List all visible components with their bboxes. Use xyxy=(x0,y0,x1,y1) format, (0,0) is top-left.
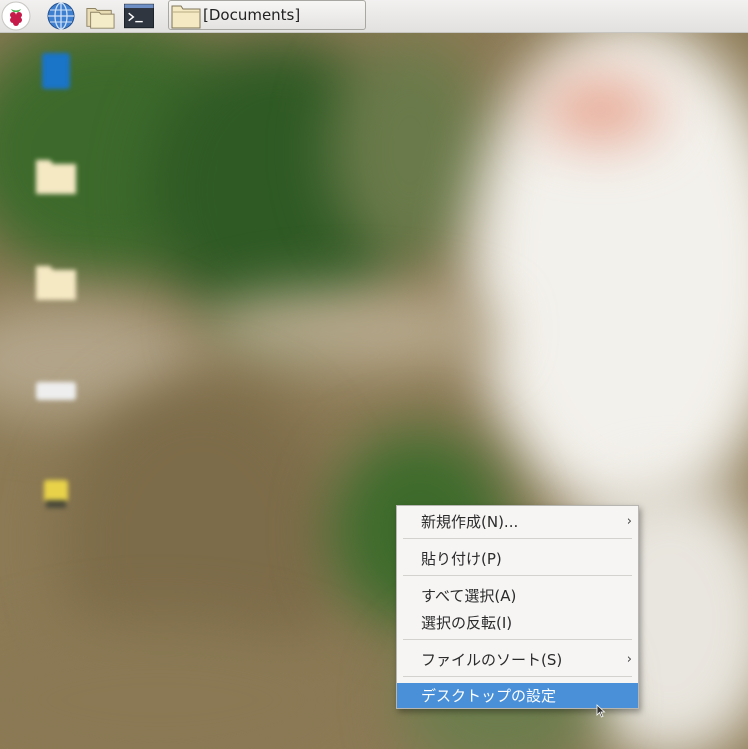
file-manager-icon[interactable] xyxy=(85,1,115,31)
menu-item-label: 新規作成(N)... xyxy=(421,513,519,531)
menu-item-label: 選択の反転(I) xyxy=(421,614,513,632)
menu-separator xyxy=(403,676,632,677)
web-browser-icon[interactable] xyxy=(46,1,76,31)
menu-item-sort-files[interactable]: ファイルのソート(S) › xyxy=(397,647,638,673)
usb-drive-icon xyxy=(38,476,74,516)
menu-separator xyxy=(403,575,632,576)
raspberry-menu-icon[interactable] xyxy=(1,1,31,31)
chevron-right-icon: › xyxy=(626,514,632,529)
menu-item-label: すべて選択(A) xyxy=(421,587,517,605)
drive-icon xyxy=(34,376,78,410)
taskbar: [Documents] xyxy=(0,0,748,33)
mouse-pointer-icon xyxy=(596,703,606,722)
menu-item-label: デスクトップの設定 xyxy=(421,687,557,705)
folder-icon xyxy=(34,260,78,308)
menu-item-select-all[interactable]: すべて選択(A) xyxy=(397,583,638,609)
menu-separator xyxy=(403,538,632,539)
menu-item-invert-selection[interactable]: 選択の反転(I) xyxy=(397,610,638,636)
folder-icon xyxy=(171,3,201,33)
desktop-screen: [Documents] 新規作成(N)... › 貼り付け(P) すべて選択(A… xyxy=(0,0,748,749)
trash-icon xyxy=(38,49,74,95)
menu-item-label: ファイルのソート(S) xyxy=(421,651,563,669)
menu-item-paste[interactable]: 貼り付け(P) xyxy=(397,546,638,572)
menu-separator xyxy=(403,639,632,640)
terminal-icon[interactable] xyxy=(124,1,154,31)
folder-icon xyxy=(34,154,78,202)
task-button-documents[interactable]: [Documents] xyxy=(168,0,366,30)
desktop-context-menu: 新規作成(N)... › 貼り付け(P) すべて選択(A) 選択の反転(I) フ… xyxy=(396,505,639,709)
chevron-right-icon: › xyxy=(626,652,632,667)
task-button-label: [Documents] xyxy=(203,6,301,24)
menu-item-new[interactable]: 新規作成(N)... › xyxy=(397,509,638,535)
menu-item-label: 貼り付け(P) xyxy=(421,550,502,568)
